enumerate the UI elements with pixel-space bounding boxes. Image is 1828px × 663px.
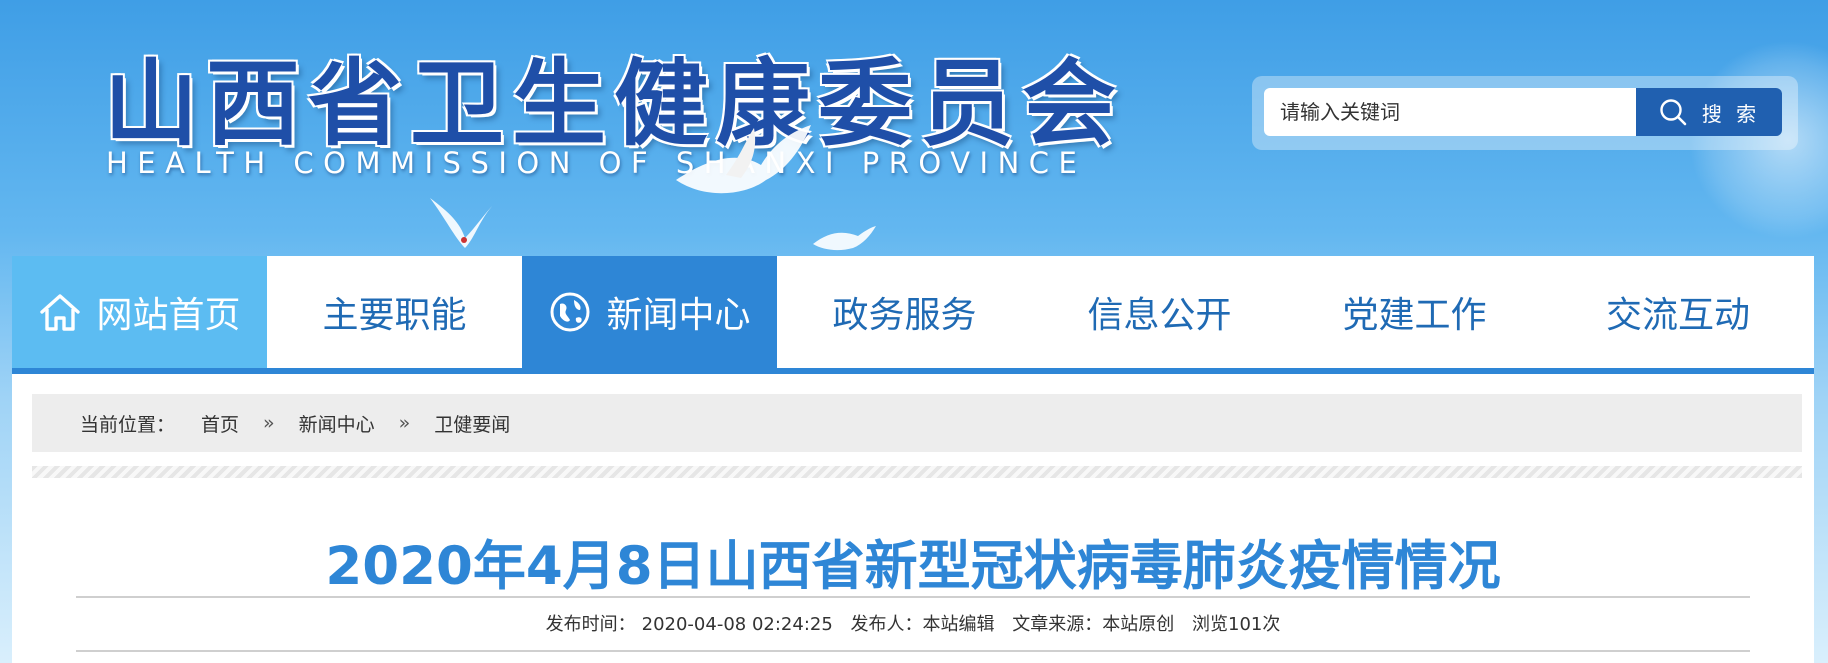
- nav-item-disclosure[interactable]: 信息公开: [1032, 256, 1287, 368]
- nav-item-label: 信息公开: [1087, 295, 1232, 336]
- nav-item-news[interactable]: 新闻中心: [522, 256, 777, 368]
- view-count: 浏览101次: [1192, 614, 1281, 635]
- nav-item-party[interactable]: 党建工作: [1287, 256, 1542, 368]
- breadcrumb-label: 当前位置：: [80, 413, 176, 436]
- dove-icon: [813, 226, 876, 251]
- main-nav: 网站首页 主要职能 新闻中心 政务服务 信息公开 党建工作 交流互动: [12, 256, 1814, 374]
- site-title: 山西省卫生健康委员会: [104, 49, 1125, 159]
- search-box: 搜 索: [1252, 76, 1798, 150]
- nav-item-label: 交流互动: [1605, 295, 1750, 336]
- publish-time-label: 发布时间：: [545, 614, 636, 635]
- breadcrumb-link-section[interactable]: 卫健要闻: [434, 410, 510, 437]
- breadcrumb-link-news[interactable]: 新闻中心: [299, 410, 375, 437]
- divider: [76, 596, 1750, 598]
- nav-item-label: 新闻中心: [606, 295, 751, 336]
- nav-item-interaction[interactable]: 交流互动: [1542, 256, 1814, 368]
- breadcrumb-separator: »: [263, 412, 275, 434]
- breadcrumb-link-home[interactable]: 首页: [201, 410, 239, 437]
- source-label: 文章来源：: [1012, 614, 1103, 635]
- divider: [76, 650, 1750, 652]
- search-icon: [1660, 99, 1687, 126]
- publish-time-value: 2020-04-08 02:24:25: [641, 614, 833, 635]
- article-meta: 发布时间： 2020-04-08 02:24:25 发布人：本站编辑 文章来源：本…: [12, 610, 1814, 636]
- source-value: 本站原创: [1102, 614, 1175, 635]
- content-area: 当前位置： 首页 » 新闻中心 » 卫健要闻 2020年4月8日山西省新型冠状病…: [12, 374, 1814, 663]
- decorative-divider: [32, 466, 1802, 478]
- site-header: 山西省卫生健康委员会 HEALTH COMMISSION OF SHANXI P…: [0, 0, 1828, 256]
- publisher-label: 发布人：: [850, 614, 923, 635]
- search-input[interactable]: [1264, 88, 1636, 136]
- breadcrumb-separator: »: [398, 412, 411, 434]
- search-button-label: 搜 索: [1701, 101, 1761, 126]
- dove-icon: [676, 125, 811, 194]
- nav-item-label: 政务服务: [832, 295, 977, 336]
- nav-item-label: 党建工作: [1342, 295, 1487, 336]
- breadcrumb: 当前位置： 首页 » 新闻中心 » 卫健要闻: [32, 394, 1802, 452]
- publisher-value: 本站编辑: [922, 614, 995, 635]
- nav-item-home[interactable]: 网站首页: [12, 256, 267, 368]
- nav-item-label: 主要职能: [322, 295, 467, 336]
- search-button[interactable]: 搜 索: [1636, 88, 1782, 136]
- nav-item-label: 网站首页: [96, 295, 241, 336]
- nav-item-services[interactable]: 政务服务: [777, 256, 1032, 368]
- dove-icon: [430, 198, 495, 248]
- site-subtitle: HEALTH COMMISSION OF SHANXI PROVINCE: [106, 146, 1087, 180]
- globe-icon: [550, 292, 590, 332]
- home-icon: [40, 294, 81, 331]
- article-title: 2020年4月8日山西省新型冠状病毒肺炎疫情情况: [325, 536, 1501, 597]
- nav-item-functions[interactable]: 主要职能: [267, 256, 522, 368]
